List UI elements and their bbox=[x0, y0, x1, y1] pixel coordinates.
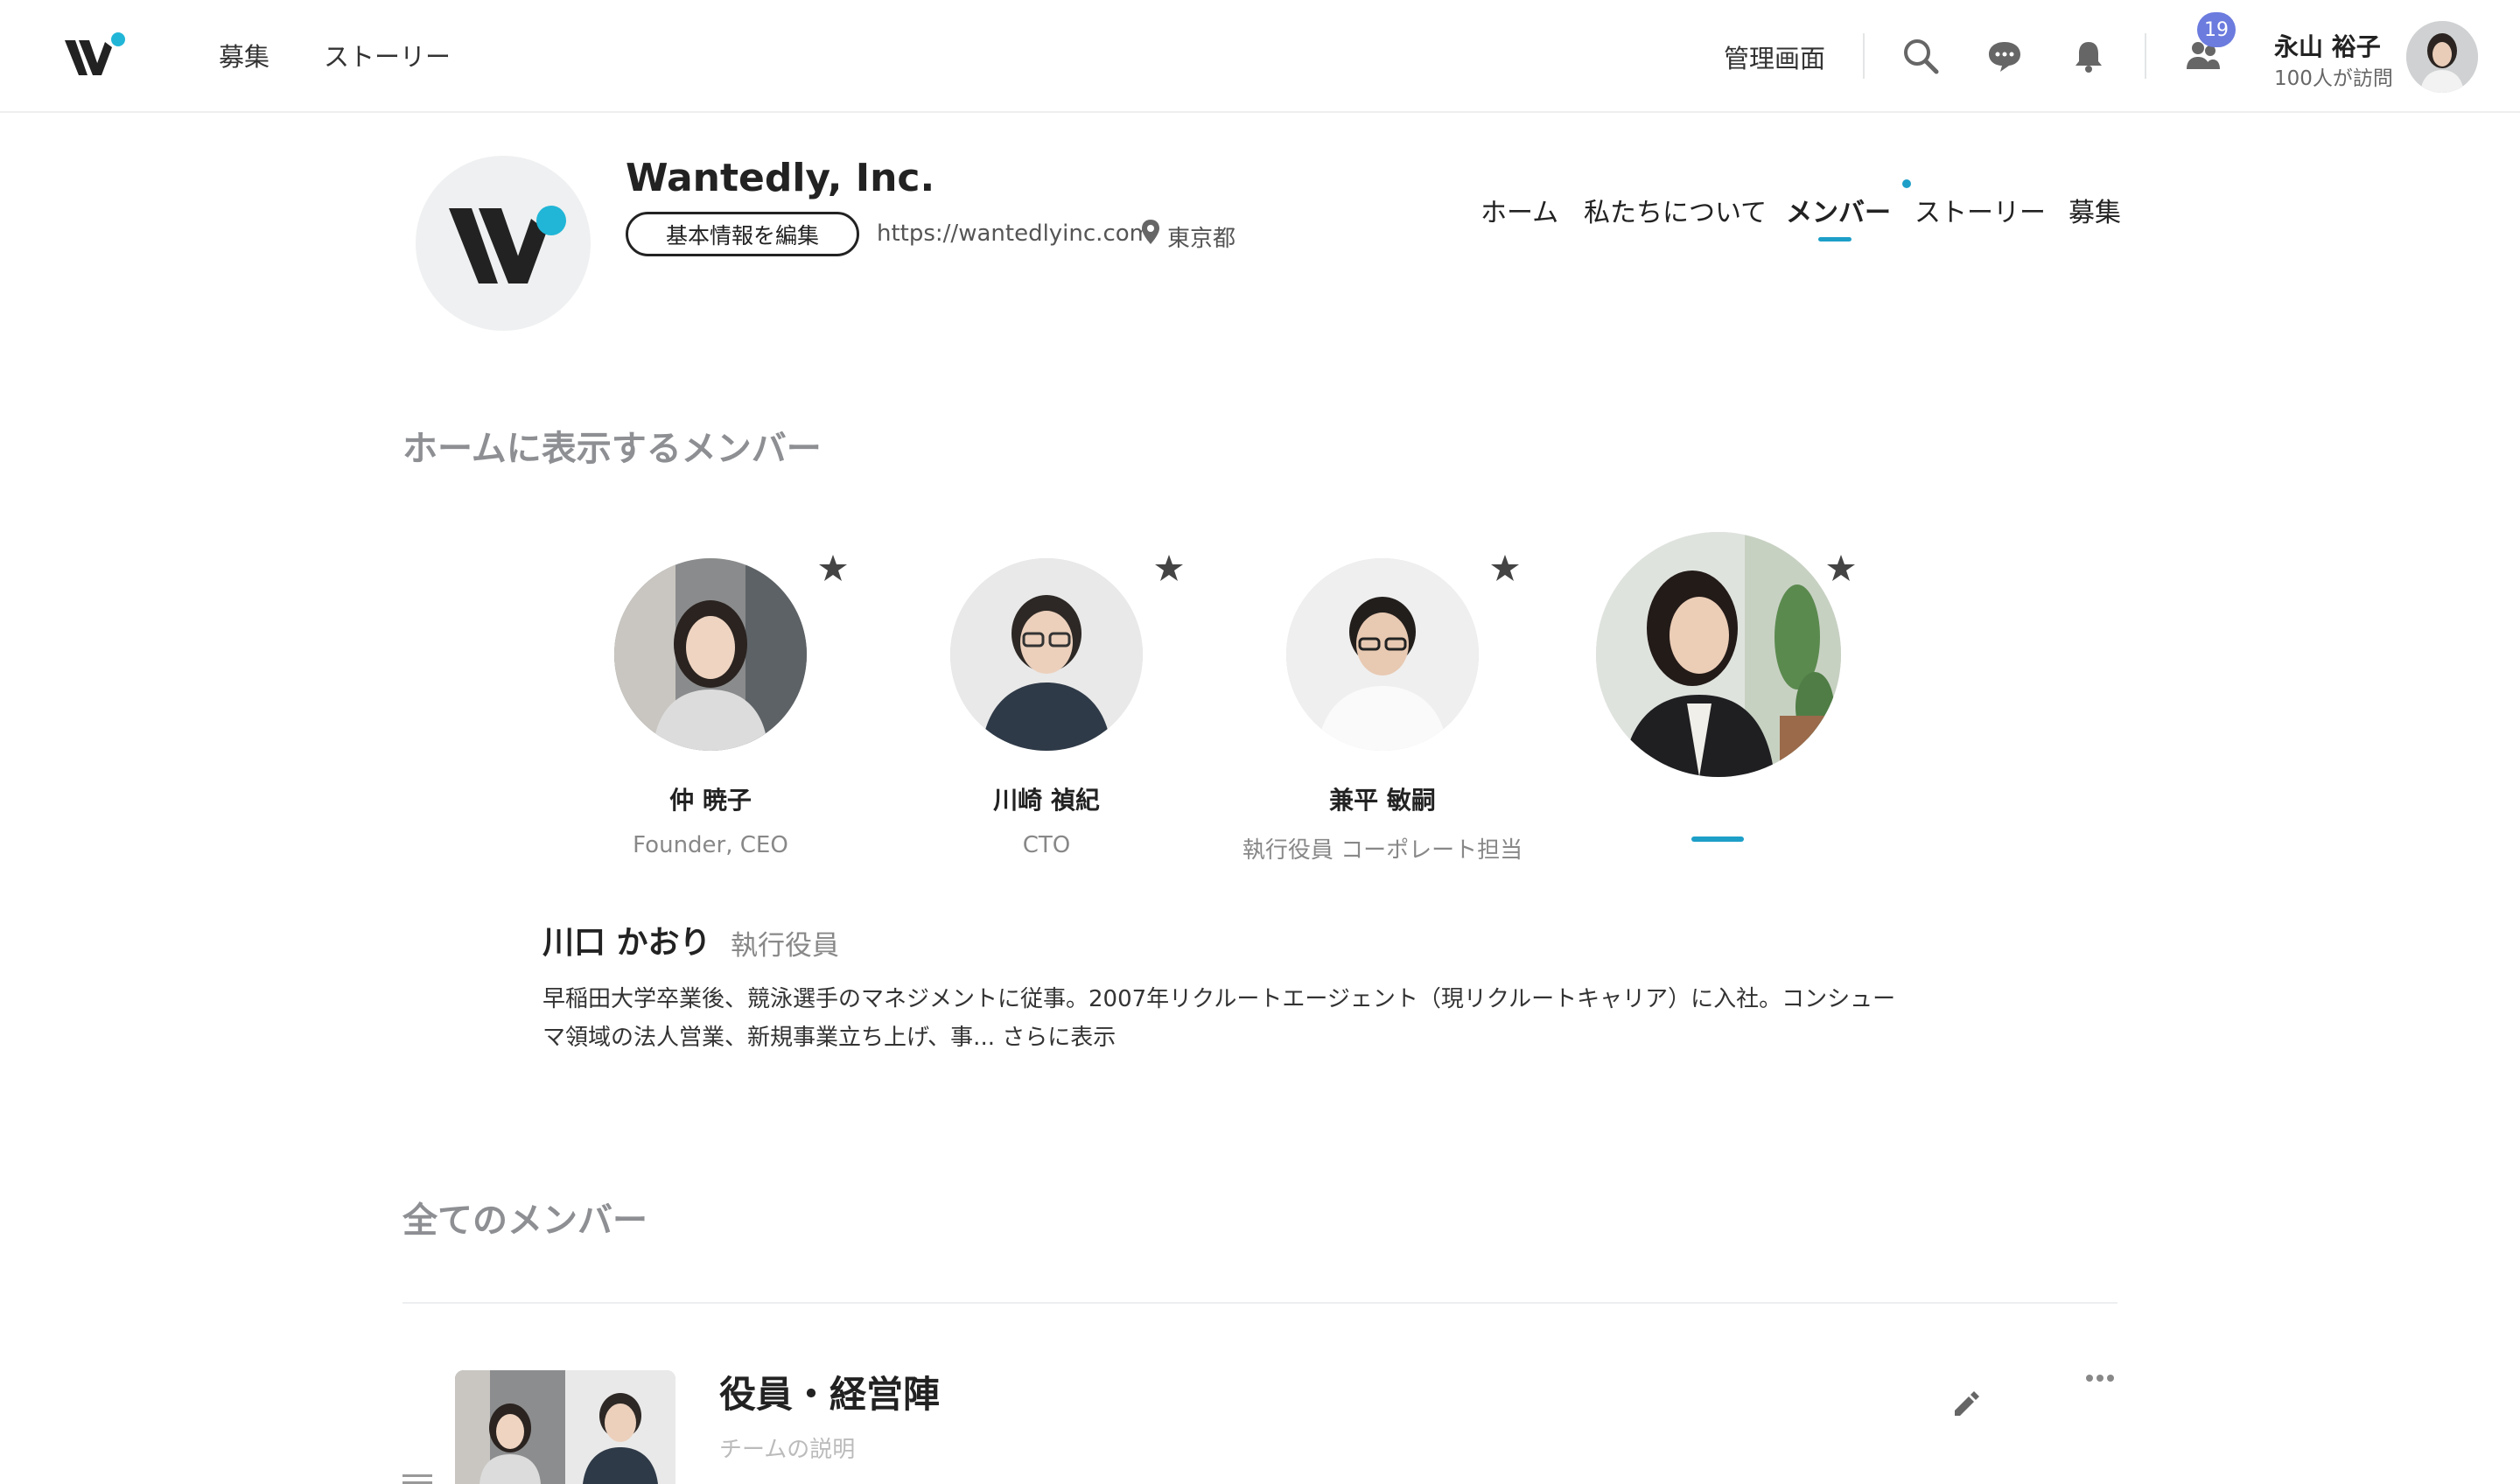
member-name[interactable]: 仲 暁子 bbox=[562, 781, 859, 816]
member-role: 執行役員 コーポレート担当 bbox=[1242, 837, 1523, 864]
drag-handle-icon[interactable] bbox=[402, 1472, 432, 1484]
more-options-icon[interactable] bbox=[2082, 1365, 2118, 1391]
top-navigation: 募集 ストーリー 管理画面 19 永山 裕子 100人が訪問 bbox=[0, 0, 2520, 113]
nav-link-stories[interactable]: ストーリー bbox=[324, 37, 451, 74]
team-description: チームの説明 bbox=[719, 1437, 856, 1463]
all-members-heading: 全てのメンバー bbox=[402, 1200, 648, 1241]
section-divider bbox=[402, 1302, 2118, 1304]
member-photo[interactable] bbox=[614, 558, 807, 751]
tab-home[interactable]: ホーム bbox=[1480, 191, 1558, 229]
message-icon[interactable] bbox=[1984, 35, 2026, 77]
tab-stories[interactable]: ストーリー bbox=[1914, 191, 2046, 229]
nav-link-jobs[interactable]: 募集 bbox=[219, 37, 270, 74]
member-name[interactable]: 川崎 禎紀 bbox=[898, 781, 1195, 816]
selected-member-role: 執行役員 bbox=[731, 930, 839, 962]
team-thumbnail[interactable] bbox=[455, 1370, 676, 1484]
selected-member-name: 川口 かおり bbox=[542, 925, 711, 961]
company-location: 東京都 bbox=[1167, 226, 1236, 252]
member-name[interactable]: 兼平 敏嗣 bbox=[1234, 781, 1531, 816]
edit-basic-info-button[interactable]: 基本情報を編集 bbox=[626, 212, 859, 256]
company-url-link[interactable]: https://wantedlyinc.com bbox=[877, 220, 1152, 247]
tab-members[interactable]: メンバー bbox=[1786, 191, 1891, 229]
visitor-count-text: 100人が訪問 bbox=[2274, 67, 2393, 90]
visitor-count-badge: 19 bbox=[2197, 12, 2236, 47]
selected-member-indicator bbox=[1691, 836, 1744, 842]
active-tab-indicator bbox=[1818, 237, 1852, 242]
location-pin-icon bbox=[1141, 219, 1160, 245]
user-name[interactable]: 永山 裕子 bbox=[2274, 28, 2381, 63]
new-story-dot bbox=[1902, 179, 1911, 188]
team-name[interactable]: 役員・経営陣 bbox=[719, 1365, 940, 1418]
star-icon[interactable] bbox=[1154, 553, 1184, 583]
star-icon[interactable] bbox=[1490, 553, 1520, 583]
member-role: CTO bbox=[1022, 832, 1071, 858]
admin-link[interactable]: 管理画面 bbox=[1724, 38, 1825, 75]
user-avatar[interactable] bbox=[2406, 21, 2478, 93]
star-icon[interactable] bbox=[818, 553, 848, 583]
member-photo[interactable] bbox=[1286, 558, 1479, 751]
tab-about[interactable]: 私たちについて bbox=[1584, 191, 1767, 229]
member-photo[interactable] bbox=[950, 558, 1143, 751]
edit-pencil-icon[interactable] bbox=[1950, 1390, 1979, 1419]
featured-members-heading: ホームに表示するメンバー bbox=[402, 429, 822, 469]
tab-jobs[interactable]: 募集 bbox=[2068, 191, 2121, 229]
nav-divider bbox=[2145, 33, 2146, 79]
notification-bell-icon[interactable] bbox=[2068, 35, 2110, 77]
company-logo bbox=[416, 156, 591, 331]
company-name: Wantedly, Inc. bbox=[626, 156, 935, 200]
search-icon[interactable] bbox=[1900, 35, 1942, 77]
member-role: Founder, CEO bbox=[633, 832, 788, 858]
wantedly-logo-icon[interactable] bbox=[63, 32, 130, 80]
selected-member-description[interactable]: 早稲田大学卒業後、競泳選手のマネジメントに従事。2007年リクルートエージェント… bbox=[542, 980, 1908, 1057]
nav-divider bbox=[1863, 33, 1865, 79]
star-icon[interactable] bbox=[1826, 553, 1856, 583]
member-photo-selected[interactable] bbox=[1596, 532, 1841, 777]
